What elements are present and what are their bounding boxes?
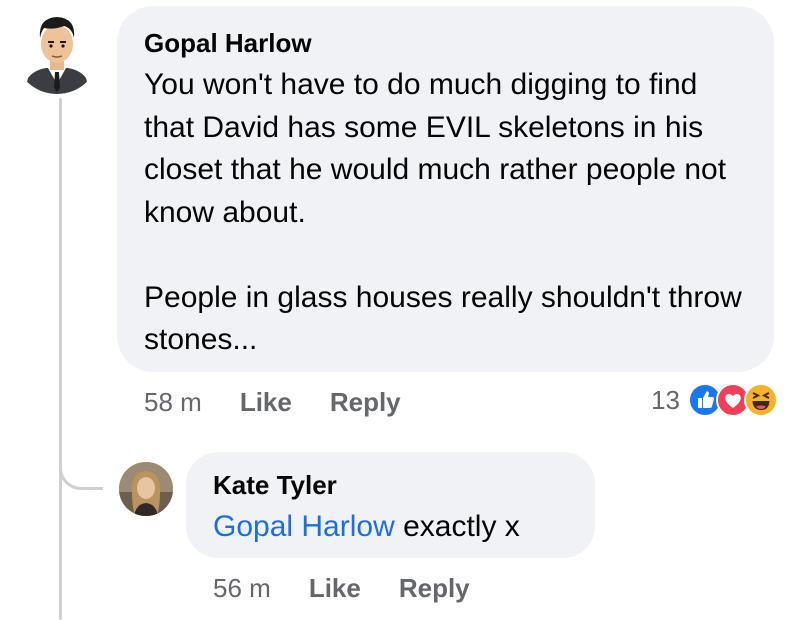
comment-paragraph: People in glass houses really shouldn't …: [144, 280, 742, 357]
like-button[interactable]: Like: [309, 573, 361, 604]
reply-connector: [59, 440, 103, 490]
cartoon-man-avatar-icon: [14, 8, 100, 94]
mention-link[interactable]: Gopal Harlow: [213, 510, 395, 543]
reply-actions: 56 m Like Reply: [213, 570, 508, 606]
reply-timestamp[interactable]: 56 m: [213, 573, 271, 604]
avatar[interactable]: [14, 8, 100, 94]
reply-text: Gopal Harlow exactly x: [213, 506, 569, 549]
reaction-count: 13: [651, 384, 680, 415]
comment-author[interactable]: Gopal Harlow: [144, 28, 748, 58]
reply-author[interactable]: Kate Tyler: [213, 470, 569, 500]
comment-paragraph: You won't have to do much digging to fin…: [144, 68, 727, 229]
haha-icon: [744, 383, 778, 417]
profile-photo-icon: [119, 462, 173, 516]
like-button[interactable]: Like: [240, 387, 292, 418]
avatar[interactable]: [119, 462, 173, 516]
reaction-icons: [688, 383, 778, 417]
comment-actions: 58 m Like Reply: [144, 384, 439, 420]
reply-bubble: Kate Tyler Gopal Harlow exactly x: [186, 452, 595, 558]
thread-line: [59, 98, 62, 620]
reply-button[interactable]: Reply: [330, 387, 401, 418]
reply-message: exactly x: [394, 510, 520, 543]
comment-bubble: Gopal Harlow You won't have to do much d…: [117, 6, 774, 372]
comment-text: You won't have to do much digging to fin…: [144, 64, 748, 362]
reply-button[interactable]: Reply: [399, 573, 470, 604]
reaction-summary[interactable]: 13: [651, 383, 778, 417]
comment-timestamp[interactable]: 58 m: [144, 387, 202, 418]
